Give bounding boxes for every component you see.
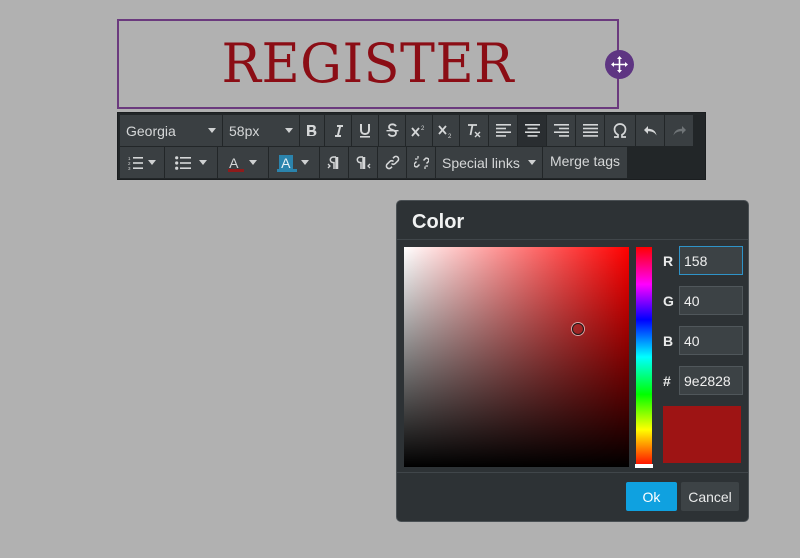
dialog-title: Color — [412, 211, 465, 233]
r-label: R — [663, 253, 674, 269]
align-left-icon — [495, 124, 511, 137]
ltr-paragraph-icon — [327, 155, 338, 169]
align-center-icon — [524, 124, 540, 137]
rich-text-toolbar: Georgia 58px 2 2 1 2 3 A A Special links… — [117, 112, 706, 180]
ordered-list-icon: 123 — [128, 156, 143, 170]
merge-tags-label: Merge tags — [549, 153, 621, 169]
link-button[interactable] — [378, 147, 406, 178]
b-label: B — [663, 333, 674, 349]
superscript-icon: 2 — [411, 126, 425, 137]
g-label: G — [663, 293, 674, 309]
redo-icon — [673, 125, 686, 135]
align-left-button[interactable] — [489, 115, 517, 146]
chevron-down-icon — [248, 160, 257, 165]
divider — [397, 239, 748, 240]
undo-icon — [643, 125, 656, 135]
strikethrough-button[interactable] — [379, 115, 405, 146]
chevron-down-icon — [285, 128, 293, 133]
ltr-button[interactable] — [320, 147, 348, 178]
underline-icon — [360, 124, 370, 138]
hue-slider[interactable] — [635, 247, 653, 468]
redo-button[interactable] — [665, 115, 693, 146]
divider — [397, 472, 748, 473]
align-justify-button[interactable] — [576, 115, 604, 146]
omega-icon — [613, 123, 627, 138]
italic-button[interactable] — [325, 115, 351, 146]
cancel-button[interactable]: Cancel — [681, 482, 739, 511]
picker-cursor[interactable] — [572, 323, 584, 335]
rtl-paragraph-icon — [356, 155, 370, 169]
chevron-down-icon — [148, 160, 157, 165]
link-icon — [385, 155, 399, 170]
unlink-button[interactable] — [407, 147, 435, 178]
subscript-button[interactable]: 2 — [433, 115, 459, 146]
chevron-down-icon — [199, 160, 207, 165]
italic-icon — [335, 124, 343, 137]
font-color-button[interactable]: A — [218, 147, 268, 178]
r-input[interactable] — [679, 246, 743, 275]
hex-input[interactable] — [679, 366, 743, 395]
font-size-value: 58px — [229, 122, 260, 139]
hue-slider-handle[interactable] — [635, 464, 653, 468]
unlink-icon — [413, 156, 429, 169]
font-family-select[interactable]: Georgia — [120, 115, 222, 146]
ordered-list-button[interactable]: 123 — [120, 147, 164, 178]
bold-button[interactable] — [300, 115, 324, 146]
strikethrough-icon — [386, 123, 398, 137]
bold-icon — [307, 124, 317, 136]
undo-button[interactable] — [636, 115, 664, 146]
merge-tags-button[interactable]: Merge tags — [543, 147, 627, 178]
highlight-color-swatch — [277, 169, 297, 172]
ok-button[interactable]: Ok — [626, 482, 677, 511]
highlight-color-button[interactable]: A — [269, 147, 319, 178]
clear-format-button[interactable] — [460, 115, 488, 146]
chevron-down-icon — [300, 160, 309, 165]
align-right-icon — [553, 124, 569, 137]
text-block[interactable]: REGISTER — [117, 19, 619, 109]
special-links-dropdown[interactable]: Special links — [436, 147, 542, 178]
special-char-button[interactable] — [605, 115, 635, 146]
bullet-list-icon — [175, 155, 191, 170]
superscript-button[interactable]: 2 — [406, 115, 432, 146]
font-size-select[interactable]: 58px — [223, 115, 299, 146]
align-center-button[interactable] — [518, 115, 546, 146]
special-links-label: Special links — [442, 154, 520, 171]
bullet-list-button[interactable] — [165, 147, 217, 178]
b-input[interactable] — [679, 326, 743, 355]
clear-format-icon — [468, 124, 481, 138]
color-dialog: Color R G B # Ok Cancel — [396, 200, 749, 522]
g-input[interactable] — [679, 286, 743, 315]
heading-text[interactable]: REGISTER — [222, 37, 515, 91]
color-preview-swatch — [663, 406, 741, 463]
underline-button[interactable] — [352, 115, 378, 146]
chevron-down-icon — [208, 128, 216, 133]
saturation-picker[interactable] — [404, 247, 629, 467]
rtl-button[interactable] — [349, 147, 377, 178]
svg-text:2: 2 — [448, 134, 452, 138]
font-color-swatch — [228, 169, 244, 172]
chevron-down-icon — [528, 160, 536, 165]
hex-label: # — [663, 373, 671, 389]
align-justify-icon — [582, 124, 598, 137]
subscript-icon: 2 — [438, 124, 452, 138]
align-right-button[interactable] — [547, 115, 575, 146]
svg-text:2: 2 — [421, 126, 425, 132]
move-handle-icon[interactable] — [605, 50, 634, 79]
font-family-value: Georgia — [126, 122, 176, 139]
svg-text:3: 3 — [128, 166, 131, 170]
